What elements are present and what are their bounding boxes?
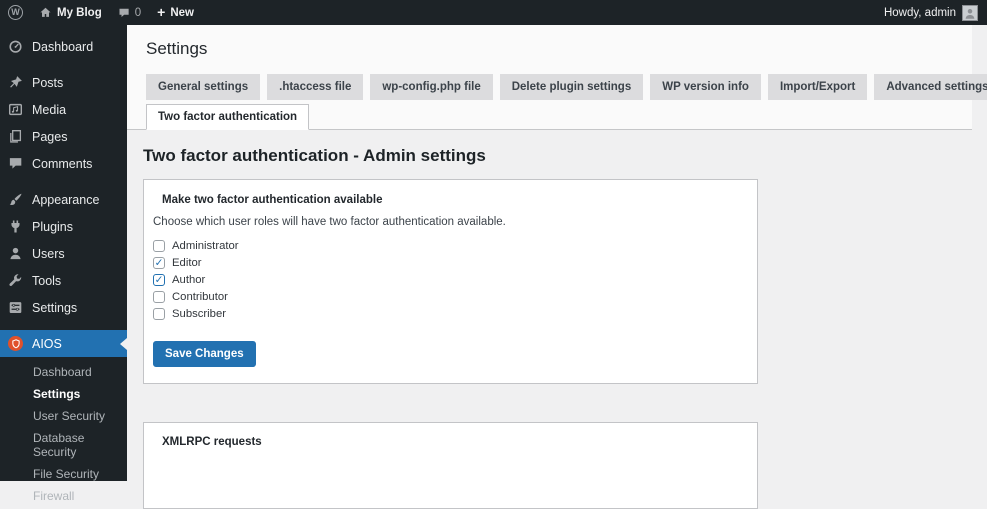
tab-delete-plugin-settings[interactable]: Delete plugin settings	[500, 74, 644, 100]
admin-sidebar: Dashboard Posts Media Pages	[0, 25, 127, 481]
role-row-contributor[interactable]: ✓ Contributor	[153, 291, 748, 303]
comment-icon	[8, 156, 23, 171]
author-checkbox[interactable]: ✓	[153, 274, 165, 286]
pin-icon	[8, 75, 23, 90]
submenu-item-dashboard[interactable]: Dashboard	[0, 361, 127, 383]
new-content-menu[interactable]: + New	[149, 0, 202, 25]
tab-general-settings[interactable]: General settings	[146, 74, 260, 100]
submenu-item-user-security[interactable]: User Security	[0, 405, 127, 427]
user-icon	[8, 246, 23, 261]
tab-htaccess-file[interactable]: .htaccess file	[267, 74, 363, 100]
aios-shield-icon	[8, 336, 23, 351]
role-row-administrator[interactable]: ✓ Administrator	[153, 240, 748, 252]
site-name-link[interactable]: My Blog	[31, 0, 110, 25]
sidebar-item-users[interactable]: Users	[0, 240, 127, 267]
comment-bubble-icon	[118, 7, 130, 19]
sidebar-item-aios[interactable]: AIOS	[0, 330, 127, 357]
card-description: Choose which user roles will have two fa…	[153, 216, 748, 228]
wp-logo-menu[interactable]: W	[0, 0, 31, 25]
settings-header: Settings General settings .htaccess file…	[127, 25, 972, 130]
tab-content: Two factor authentication - Admin settin…	[127, 146, 987, 509]
section-title: Two factor authentication - Admin settin…	[143, 146, 987, 166]
sidebar-item-pages[interactable]: Pages	[0, 123, 127, 150]
howdy-text: Howdy, admin	[884, 7, 956, 19]
contributor-checkbox[interactable]: ✓	[153, 291, 165, 303]
sidebar-item-comments[interactable]: Comments	[0, 150, 127, 177]
save-changes-button[interactable]: Save Changes	[153, 341, 256, 367]
sidebar-item-settings[interactable]: Settings	[0, 294, 127, 321]
site-name: My Blog	[57, 7, 102, 19]
main-content: Settings General settings .htaccess file…	[127, 0, 987, 481]
tab-wp-version-info[interactable]: WP version info	[650, 74, 761, 100]
role-label: Contributor	[172, 291, 228, 303]
avatar	[962, 5, 978, 21]
wordpress-logo-icon: W	[8, 5, 23, 20]
sidebar-item-appearance[interactable]: Appearance	[0, 186, 127, 213]
role-label: Administrator	[172, 240, 239, 252]
submenu-item-database-security[interactable]: Database Security	[0, 427, 127, 463]
administrator-checkbox[interactable]: ✓	[153, 240, 165, 252]
sidebar-item-plugins[interactable]: Plugins	[0, 213, 127, 240]
brush-icon	[8, 192, 23, 207]
role-label: Author	[172, 274, 205, 286]
card-title: Make two factor authentication available	[162, 194, 748, 206]
comment-count: 0	[135, 7, 141, 19]
card-title: XMLRPC requests	[162, 436, 748, 448]
media-icon	[8, 102, 23, 117]
plus-icon: +	[157, 5, 165, 19]
home-icon	[39, 6, 52, 19]
subscriber-checkbox[interactable]: ✓	[153, 308, 165, 320]
admin-bar: W My Blog 0 + New Howdy, admin	[0, 0, 987, 25]
role-label: Subscriber	[172, 308, 226, 320]
sidebar-item-posts[interactable]: Posts	[0, 69, 127, 96]
dashboard-icon	[8, 39, 23, 54]
new-label: New	[170, 7, 194, 19]
sidebar-item-media[interactable]: Media	[0, 96, 127, 123]
role-row-subscriber[interactable]: ✓ Subscriber	[153, 308, 748, 320]
tab-wp-config-file[interactable]: wp-config.php file	[370, 74, 492, 100]
sidebar-item-dashboard[interactable]: Dashboard	[0, 33, 127, 60]
my-account-menu[interactable]: Howdy, admin	[884, 0, 987, 25]
pages-icon	[8, 129, 23, 144]
role-row-author[interactable]: ✓ Author	[153, 274, 748, 286]
sliders-icon	[8, 300, 23, 315]
wrench-icon	[8, 273, 23, 288]
comments-shortcut[interactable]: 0	[110, 0, 149, 25]
submenu-item-settings[interactable]: Settings	[0, 383, 127, 405]
plug-icon	[8, 219, 23, 234]
tab-two-factor-authentication[interactable]: Two factor authentication	[146, 104, 309, 130]
sidebar-item-tools[interactable]: Tools	[0, 267, 127, 294]
tab-import-export[interactable]: Import/Export	[768, 74, 867, 100]
role-label: Editor	[172, 257, 202, 269]
two-factor-availability-card: Make two factor authentication available…	[143, 179, 758, 384]
editor-checkbox[interactable]: ✓	[153, 257, 165, 269]
page-title: Settings	[146, 39, 972, 59]
role-row-editor[interactable]: ✓ Editor	[153, 257, 748, 269]
tab-row-2: Two factor authentication	[146, 104, 972, 129]
tab-row-1: General settings .htaccess file wp-confi…	[146, 74, 972, 100]
xmlrpc-requests-card: XMLRPC requests	[143, 422, 758, 509]
tab-advanced-settings[interactable]: Advanced settings	[874, 74, 987, 100]
